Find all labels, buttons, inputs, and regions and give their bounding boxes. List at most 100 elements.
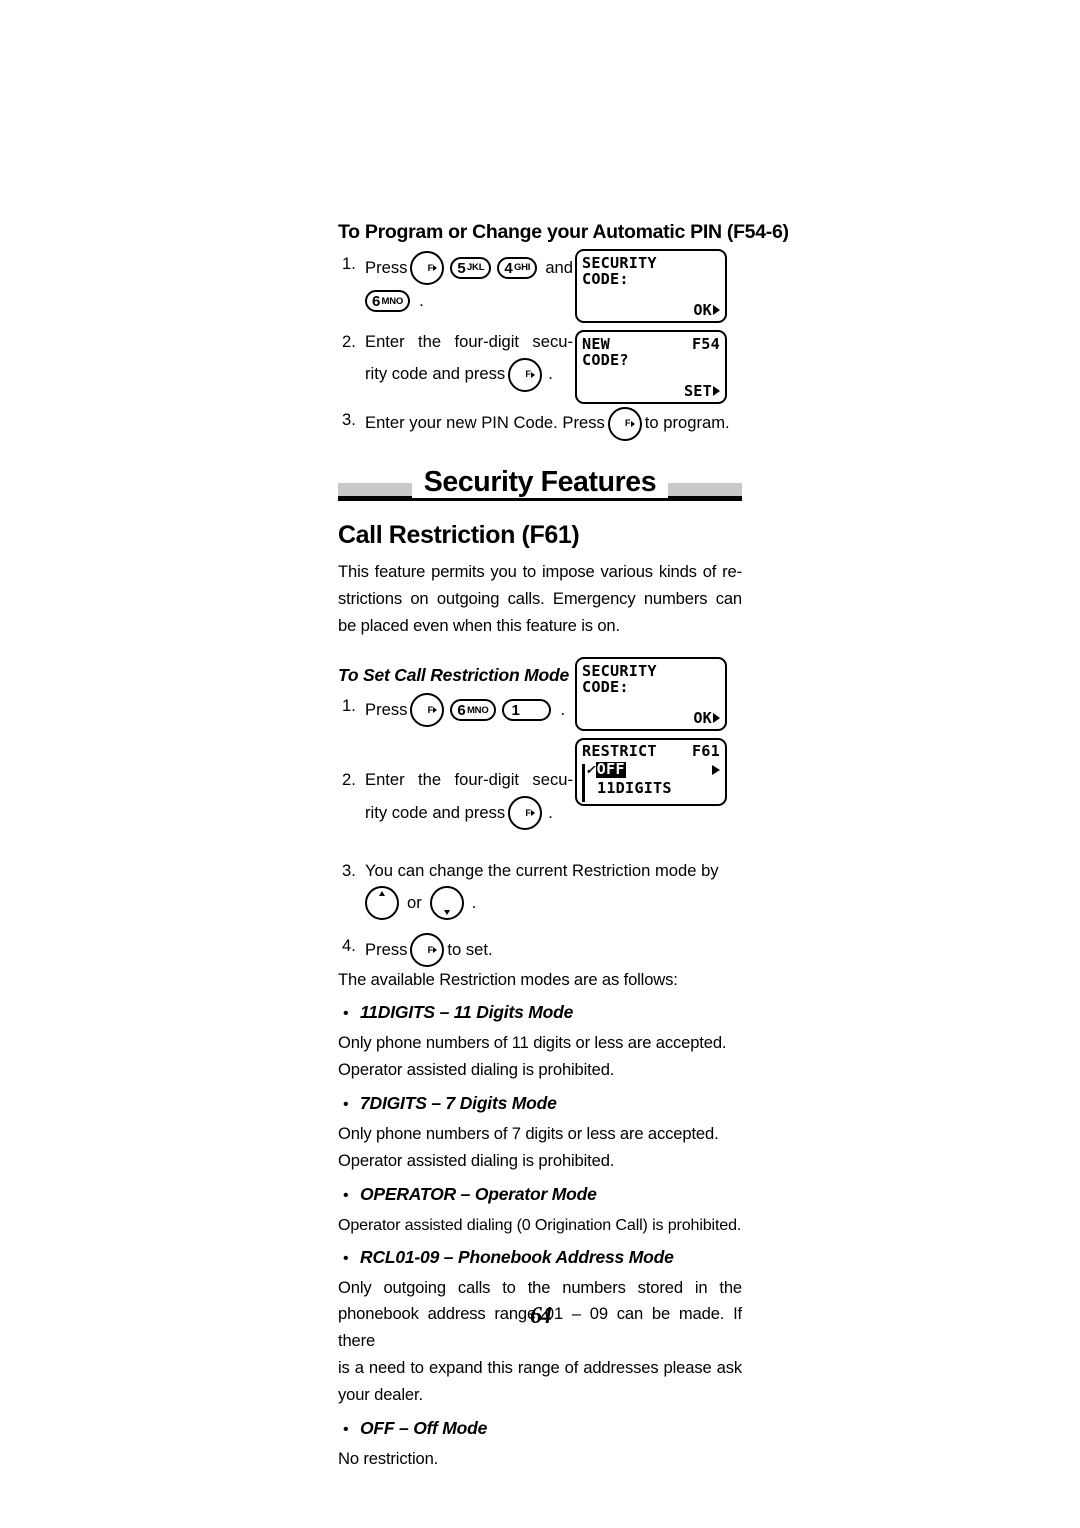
- step-text-a: You can change the current Restriction m…: [365, 861, 719, 881]
- lcd-line-1: SECURITY: [582, 254, 657, 272]
- step-number: 1.: [342, 254, 356, 273]
- mode-desc-line: Only phone numbers of 7 digits or less a…: [338, 1123, 719, 1143]
- bullet-icon: •: [343, 1186, 349, 1204]
- up-triangle-icon: [379, 891, 385, 897]
- down-triangle-icon: [443, 910, 450, 916]
- lcd-softkey-label: OK: [693, 708, 712, 727]
- lcd-line-2: CODE?: [582, 351, 629, 370]
- function-key-letter: F: [427, 705, 434, 716]
- period: .: [471, 892, 477, 912]
- function-key-letter: F: [525, 369, 531, 380]
- period: .: [419, 291, 424, 310]
- section-title: Security Features: [338, 466, 742, 499]
- mode-title: RCL01-09 – Phonebook Address Mode: [360, 1246, 674, 1267]
- right-triangle-icon: [630, 420, 635, 427]
- key-5[interactable]: 5 JKL: [450, 257, 492, 279]
- key-1[interactable]: 1: [501, 699, 551, 722]
- step-number: 1.: [342, 696, 356, 716]
- key-6[interactable]: 6 MNO: [365, 290, 411, 313]
- lcd-restrict-menu: RESTRICT F61 ✓ OFF 11DIGITS: [575, 738, 727, 806]
- lcd-line-1: SECURITY: [582, 662, 657, 680]
- heading-call-restriction: Call Restriction (F61): [338, 520, 580, 549]
- key-6-letters: MNO: [466, 704, 489, 716]
- period: .: [560, 699, 566, 719]
- lcd-menu-item-label: OFF: [595, 760, 626, 779]
- function-key-letter: F: [427, 262, 434, 273]
- function-key[interactable]: F: [410, 933, 445, 968]
- step-text-a: Enter your new PIN Code. Press: [365, 413, 605, 433]
- key-6[interactable]: 6 MNO: [450, 699, 496, 722]
- intro-line-2: strictions on outgoing calls. Emergency …: [338, 588, 742, 608]
- modes-intro: The available Restriction modes are as f…: [338, 970, 678, 990]
- lcd-softkey-label: OK: [693, 300, 712, 319]
- function-key[interactable]: F: [410, 693, 445, 728]
- page-number: 64: [530, 1303, 552, 1329]
- section-banner-security-features: Security Features: [338, 457, 742, 501]
- mode-desc-line: Only phone numbers of 11 digits or less …: [338, 1033, 727, 1052]
- key-4-digit: 4: [504, 259, 513, 277]
- step-number: 3.: [342, 861, 356, 881]
- key-6-digit: 6: [457, 701, 466, 719]
- and-label: and: [545, 257, 574, 277]
- press-label: Press: [365, 699, 408, 719]
- step-3-program-pin: 3. Enter your new PIN Code. Press F to p…: [338, 406, 742, 441]
- right-triangle-icon: [433, 265, 438, 271]
- lcd-security-code-2: SECURITY CODE: OK: [575, 657, 727, 731]
- lcd-softkey-ok: OK: [693, 708, 720, 727]
- lcd-menu-item-next[interactable]: 11DIGITS: [577, 780, 725, 797]
- mode-desc-line: Operator assisted dialing (0 Origination…: [338, 1215, 742, 1234]
- bullet-icon: •: [343, 1095, 349, 1113]
- intro-line-3: be placed even when this feature is on.: [338, 615, 620, 635]
- function-key-letter: F: [624, 418, 631, 429]
- page-content: To Program or Change your Automatic PIN …: [338, 0, 789, 1473]
- up-arrow-key[interactable]: [365, 886, 399, 921]
- bullet-icon: •: [343, 1249, 349, 1267]
- mode-title: OPERATOR – Operator Mode: [360, 1183, 597, 1204]
- right-triangle-icon: [433, 947, 438, 954]
- lcd-title-left: RESTRICT: [582, 742, 657, 760]
- lcd-line-2: CODE:: [582, 678, 629, 697]
- mode-item-off: • OFF – Off Mode: [338, 1418, 742, 1439]
- step-text-line-1: Enter the four-digit secu-: [365, 331, 573, 351]
- lcd-line-1-right: F54: [691, 335, 720, 353]
- press-label: Press: [365, 939, 408, 959]
- lcd-softkey-label: SET: [683, 381, 712, 400]
- right-triangle-icon: [433, 707, 438, 714]
- mode-desc-line: Operator assisted dialing is prohibited.: [338, 1150, 615, 1170]
- mode-title: 7DIGITS – 7 Digits Mode: [360, 1092, 557, 1113]
- down-arrow-key[interactable]: [429, 886, 464, 921]
- mode-desc-line: Only outgoing calls to the numbers store…: [338, 1277, 742, 1297]
- lcd-title-right: F61: [691, 742, 720, 760]
- mode-title: OFF – Off Mode: [360, 1417, 488, 1438]
- lcd-security-code-1: SECURITY CODE: OK: [575, 249, 727, 323]
- step-number: 2.: [342, 770, 356, 790]
- bullet-icon: •: [343, 1420, 349, 1438]
- mode-desc-line: Operator assisted dialing is prohibited.: [338, 1059, 615, 1079]
- step-number: 2.: [342, 331, 356, 351]
- lcd-softkey-ok: OK: [693, 300, 720, 319]
- key-4-letters: GHI: [513, 262, 531, 274]
- mode-desc-line: is a need to expand this range of addres…: [338, 1358, 742, 1378]
- mode-item-rcl: • RCL01-09 – Phonebook Address Mode: [338, 1247, 742, 1268]
- softkey-arrow-icon: [713, 385, 720, 396]
- mode-desc-line: your dealer.: [338, 1385, 423, 1405]
- key-4[interactable]: 4 GHI: [497, 257, 538, 279]
- mode-item-11digits: • 11DIGITS – 11 Digits Mode: [338, 1002, 742, 1023]
- right-triangle-icon: [531, 371, 536, 378]
- function-key[interactable]: F: [607, 406, 642, 441]
- step-text-line-2: rity code and press: [365, 802, 506, 822]
- function-key[interactable]: F: [508, 357, 543, 392]
- key-6-digit: 6: [372, 292, 381, 310]
- function-key[interactable]: F: [508, 796, 543, 831]
- function-key-letter: F: [427, 944, 434, 955]
- function-key[interactable]: F: [410, 251, 445, 285]
- heading-automatic-pin: To Program or Change your Automatic PIN …: [338, 221, 789, 243]
- period: .: [548, 364, 553, 384]
- key-5-digit: 5: [457, 259, 466, 277]
- or-label: or: [407, 892, 422, 912]
- bullet-icon: •: [343, 1005, 349, 1022]
- step-4-set-restriction: 4. Press F to set.: [338, 933, 742, 968]
- lcd-menu-item-selected[interactable]: ✓ OFF: [577, 760, 725, 779]
- mode-item-operator: • OPERATOR – Operator Mode: [338, 1184, 742, 1205]
- step-number: 3.: [342, 409, 356, 429]
